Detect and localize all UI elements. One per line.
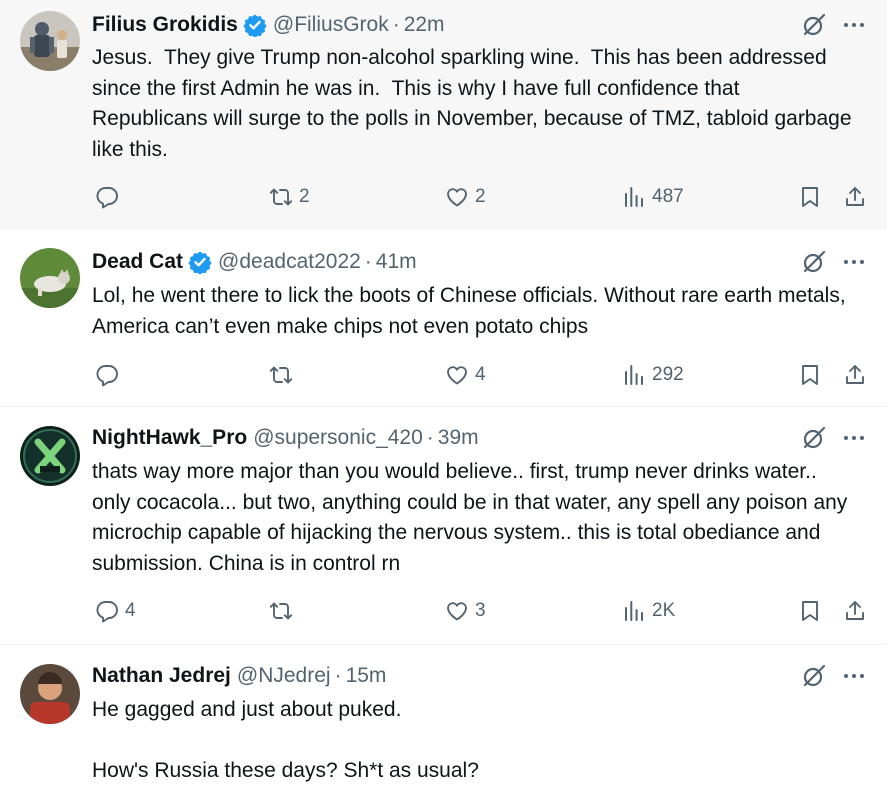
more-options-icon[interactable] bbox=[841, 12, 867, 38]
share-button[interactable] bbox=[843, 182, 867, 212]
view-count: 487 bbox=[652, 186, 684, 207]
repost-button[interactable]: 2 bbox=[269, 182, 310, 212]
post-header: Nathan Jedrej @NJedrej · 15m bbox=[92, 662, 867, 690]
reply-icon bbox=[96, 365, 118, 387]
post-time[interactable]: 15m bbox=[346, 664, 387, 688]
more-options-icon[interactable] bbox=[841, 249, 867, 275]
post-header: Filius Grokidis @FiliusGrok · 22m bbox=[92, 11, 867, 39]
avatar[interactable] bbox=[20, 11, 80, 71]
post-nighthawk-pro[interactable]: NightHawk_Pro @supersonic_420 · 39m that… bbox=[0, 407, 887, 645]
more-options-icon[interactable] bbox=[841, 425, 867, 451]
post-header-actions bbox=[801, 662, 867, 690]
author-handle[interactable]: @FiliusGrok bbox=[273, 13, 389, 37]
reply-icon bbox=[96, 601, 118, 623]
reply-button[interactable] bbox=[95, 360, 125, 390]
like-count: 4 bbox=[475, 364, 486, 385]
share-button[interactable] bbox=[843, 596, 867, 626]
separator-dot: · bbox=[392, 13, 400, 36]
more-options-icon[interactable] bbox=[841, 663, 867, 689]
separator-dot: · bbox=[364, 250, 372, 273]
post-actions: 4 292 bbox=[92, 360, 869, 390]
views-button[interactable]: 487 bbox=[622, 182, 684, 212]
author-handle[interactable]: @deadcat2022 bbox=[218, 250, 361, 274]
post-header-actions bbox=[801, 11, 867, 39]
author-name[interactable]: Dead Cat bbox=[92, 250, 183, 274]
bookmark-icon bbox=[802, 601, 818, 621]
reply-count: 4 bbox=[125, 600, 136, 621]
reply-button[interactable] bbox=[95, 182, 125, 212]
bookmark-icon bbox=[802, 187, 818, 207]
share-button[interactable] bbox=[843, 360, 867, 390]
post-actions: 4 3 2K bbox=[92, 596, 869, 626]
share-icon bbox=[846, 187, 864, 206]
post-time[interactable]: 39m bbox=[438, 426, 479, 450]
post-filius-grokidis[interactable]: Filius Grokidis @FiliusGrok · 22m Jesus.… bbox=[0, 0, 887, 229]
bookmark-button[interactable] bbox=[798, 360, 822, 390]
post-nathan-jedrej[interactable]: Nathan Jedrej @NJedrej · 15m He gagged a… bbox=[0, 645, 887, 795]
like-button[interactable]: 4 bbox=[445, 360, 486, 390]
author-name[interactable]: Filius Grokidis bbox=[92, 13, 238, 37]
post-time[interactable]: 41m bbox=[376, 250, 417, 274]
author-handle[interactable]: @NJedrej bbox=[237, 664, 331, 688]
post-text: Jesus. They give Trump non-alcohol spark… bbox=[92, 46, 858, 161]
heart-icon bbox=[447, 602, 467, 621]
heart-icon bbox=[447, 366, 467, 385]
views-button[interactable]: 292 bbox=[622, 360, 684, 390]
like-count: 3 bbox=[475, 600, 486, 621]
grok-icon[interactable] bbox=[801, 12, 827, 38]
like-button[interactable]: 3 bbox=[445, 596, 486, 626]
like-count: 2 bbox=[475, 186, 486, 207]
avatar[interactable] bbox=[20, 248, 80, 308]
author-handle[interactable]: @supersonic_420 bbox=[253, 426, 423, 450]
bookmark-icon bbox=[802, 365, 818, 385]
grok-icon[interactable] bbox=[801, 425, 827, 451]
share-icon bbox=[846, 365, 864, 384]
view-count: 292 bbox=[652, 364, 684, 385]
share-icon bbox=[846, 601, 864, 620]
verified-badge-icon[interactable] bbox=[243, 13, 267, 37]
views-icon bbox=[625, 365, 643, 385]
post-text: thats way more major than you would beli… bbox=[92, 460, 854, 575]
repost-button[interactable] bbox=[269, 596, 299, 626]
repost-icon bbox=[269, 366, 293, 384]
view-count: 2K bbox=[652, 600, 676, 621]
reply-feed: Filius Grokidis @FiliusGrok · 22m Jesus.… bbox=[0, 0, 887, 795]
repost-count: 2 bbox=[299, 186, 310, 207]
like-button[interactable]: 2 bbox=[445, 182, 486, 212]
bookmark-button[interactable] bbox=[798, 596, 822, 626]
grok-icon[interactable] bbox=[801, 249, 827, 275]
views-button[interactable]: 2K bbox=[622, 596, 675, 626]
post-header: Dead Cat @deadcat2022 · 41m bbox=[92, 248, 867, 276]
post-time[interactable]: 22m bbox=[404, 13, 445, 37]
repost-button[interactable] bbox=[269, 360, 299, 390]
post-text: He gagged and just about puked. How's Ru… bbox=[92, 698, 479, 782]
post-text: Lol, he went there to lick the boots of … bbox=[92, 284, 851, 338]
reply-icon bbox=[96, 187, 118, 209]
post-header-actions bbox=[801, 424, 867, 452]
repost-icon bbox=[269, 188, 293, 206]
post-actions: 2 2 487 bbox=[92, 182, 869, 212]
author-name[interactable]: Nathan Jedrej bbox=[92, 664, 231, 688]
bookmark-button[interactable] bbox=[798, 182, 822, 212]
author-name[interactable]: NightHawk_Pro bbox=[92, 426, 247, 450]
avatar[interactable] bbox=[20, 664, 80, 724]
avatar[interactable] bbox=[20, 426, 80, 486]
grok-icon[interactable] bbox=[801, 663, 827, 689]
reply-button[interactable]: 4 bbox=[95, 596, 136, 626]
separator-dot: · bbox=[426, 426, 434, 449]
separator-dot: · bbox=[334, 664, 342, 687]
heart-icon bbox=[447, 188, 467, 207]
views-icon bbox=[625, 187, 643, 207]
post-dead-cat[interactable]: Dead Cat @deadcat2022 · 41m Lol, he went… bbox=[0, 229, 887, 407]
repost-icon bbox=[269, 602, 293, 620]
post-header: NightHawk_Pro @supersonic_420 · 39m bbox=[92, 424, 867, 452]
views-icon bbox=[625, 601, 643, 621]
verified-badge-icon[interactable] bbox=[188, 250, 212, 274]
post-header-actions bbox=[801, 248, 867, 276]
